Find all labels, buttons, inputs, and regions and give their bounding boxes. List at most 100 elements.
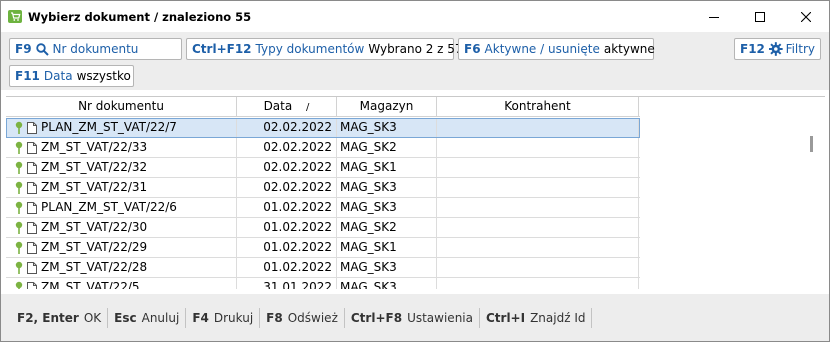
- shortcut-1[interactable]: Esc Anuluj: [108, 307, 187, 328]
- cell-warehouse: MAG_SK3: [337, 258, 437, 277]
- pin-icon: [15, 221, 23, 234]
- pin-icon: [15, 241, 23, 254]
- ctrlf12-value: Wybrano 2 z 57: [368, 42, 463, 56]
- status-bar: F2, Enter OK Esc Anuluj F4 Drukuj F8 Odśwież Ctr…: [1, 294, 829, 341]
- vertical-scrollbar[interactable]: [806, 118, 820, 289]
- shortcut-key: F4: [192, 310, 209, 325]
- column-header-contractor[interactable]: Kontrahent: [437, 97, 639, 116]
- cell-date: 02.02.2022: [237, 178, 337, 197]
- close-button[interactable]: [783, 1, 829, 32]
- shortcut-key: Esc: [114, 310, 137, 325]
- table-row[interactable]: ZM_ST_VAT/22/31 02.02.2022 MAG_SK3: [6, 178, 640, 198]
- table-row[interactable]: ZM_ST_VAT/22/32 02.02.2022 MAG_SK1: [6, 158, 640, 178]
- cell-contractor: [437, 198, 639, 217]
- table-row[interactable]: PLAN_ZM_ST_VAT/22/6 01.02.2022 MAG_SK3: [6, 198, 640, 218]
- minimize-icon: [709, 16, 719, 18]
- grid-header: Nr dokumentu Data / Magazyn Kontrahent: [6, 97, 640, 117]
- pin-icon: [15, 261, 23, 274]
- doc-number: ZM_ST_VAT/22/33: [41, 140, 148, 154]
- documents-grid: Nr dokumentu Data / Magazyn Kontrahent P…: [6, 96, 825, 289]
- shortcut-key: F8: [266, 310, 283, 325]
- pin-icon: [15, 141, 23, 154]
- f6-label: Aktywne / usunięte: [484, 42, 600, 56]
- cell-nr: ZM_ST_VAT/22/33: [6, 138, 237, 157]
- cell-contractor: [437, 218, 639, 237]
- cell-warehouse: MAG_SK1: [337, 158, 437, 177]
- ctrlf12-label: Typy dokumentów: [255, 42, 365, 56]
- doc-number: ZM_ST_VAT/22/29: [41, 240, 148, 254]
- cell-warehouse: MAG_SK2: [337, 138, 437, 157]
- cell-nr: ZM_ST_VAT/22/30: [6, 218, 237, 237]
- table-row[interactable]: ZM_ST_VAT/22/28 01.02.2022 MAG_SK3: [6, 258, 640, 278]
- scrollbar-thumb[interactable]: [810, 136, 813, 152]
- close-icon: [801, 11, 811, 22]
- document-icon: [27, 161, 37, 174]
- filter-toolbar: F9 Nr dokumentu Ctrl+F12 Typy dokumentów…: [1, 32, 829, 90]
- cell-date: 01.02.2022: [237, 218, 337, 237]
- column-header-date-label: Data: [263, 99, 293, 113]
- minimize-button[interactable]: [691, 1, 737, 32]
- f9-key: F9: [15, 42, 32, 56]
- shortcut-2[interactable]: F4 Drukuj: [186, 307, 261, 328]
- f12-filters-button[interactable]: F12 Filtry: [734, 38, 821, 60]
- dialog-window: Wybierz dokument / znaleziono 55 F9 Nr d…: [0, 0, 830, 342]
- column-header-nr[interactable]: Nr dokumentu: [6, 97, 237, 116]
- gear-icon: [768, 42, 783, 56]
- f11-date-button[interactable]: F11 Data wszystko: [9, 65, 134, 87]
- cell-date: 02.02.2022: [237, 158, 337, 177]
- doc-number: ZM_ST_VAT/22/5: [41, 280, 140, 289]
- column-header-warehouse[interactable]: Magazyn: [337, 97, 437, 116]
- cell-contractor: [437, 138, 639, 157]
- pin-icon: [15, 201, 23, 214]
- document-icon: [27, 281, 37, 289]
- shortcut-3[interactable]: F8 Odśwież: [260, 307, 345, 328]
- cell-nr: PLAN_ZM_ST_VAT/22/6: [6, 198, 237, 217]
- shortcut-0[interactable]: F2, Enter OK: [11, 307, 109, 328]
- shortcut-5[interactable]: Ctrl+I Znajdź Id: [480, 307, 593, 328]
- cell-date: 01.02.2022: [237, 258, 337, 277]
- document-icon: [27, 201, 37, 214]
- pin-icon: [15, 281, 23, 289]
- cell-date: 02.02.2022: [237, 118, 337, 137]
- shortcut-label: Znajdź Id: [530, 310, 586, 325]
- cell-warehouse: MAG_SK3: [337, 118, 437, 137]
- cell-contractor: [437, 158, 639, 177]
- cell-nr: ZM_ST_VAT/22/32: [6, 158, 237, 177]
- document-icon: [27, 261, 37, 274]
- f6-value: aktywne: [603, 42, 655, 56]
- f11-key: F11: [15, 69, 40, 83]
- table-row[interactable]: ZM_ST_VAT/22/5 31.01.2022 MAG_SK3: [6, 278, 640, 289]
- document-icon: [27, 181, 37, 194]
- cell-contractor: [437, 278, 639, 289]
- cell-warehouse: MAG_SK3: [337, 198, 437, 217]
- f11-label: Data: [43, 69, 73, 83]
- shortcut-label: Ustawienia: [407, 310, 473, 325]
- f9-label: Nr dokumentu: [52, 42, 139, 56]
- table-row[interactable]: PLAN_ZM_ST_VAT/22/7 02.02.2022 MAG_SK3: [6, 118, 640, 138]
- window-title: Wybierz dokument / znaleziono 55: [28, 10, 252, 24]
- shortcut-4[interactable]: Ctrl+F8 Ustawienia: [345, 307, 480, 328]
- f6-active-deleted-button[interactable]: F6 Aktywne / usunięte aktywne: [458, 38, 655, 60]
- document-icon: [27, 221, 37, 234]
- cell-contractor: [437, 238, 639, 257]
- doc-number: ZM_ST_VAT/22/28: [41, 260, 148, 274]
- doc-number: ZM_ST_VAT/22/31: [41, 180, 148, 194]
- table-row[interactable]: ZM_ST_VAT/22/29 01.02.2022 MAG_SK1: [6, 238, 640, 258]
- maximize-button[interactable]: [737, 1, 783, 32]
- column-header-date[interactable]: Data /: [237, 97, 337, 116]
- pin-icon: [15, 181, 23, 194]
- pin-icon: [15, 161, 23, 174]
- table-row[interactable]: ZM_ST_VAT/22/33 02.02.2022 MAG_SK2: [6, 138, 640, 158]
- f9-doc-number-button[interactable]: F9 Nr dokumentu: [9, 38, 182, 60]
- title-bar: Wybierz dokument / znaleziono 55: [1, 1, 829, 32]
- cell-date: 31.01.2022: [237, 278, 337, 289]
- table-row[interactable]: ZM_ST_VAT/22/30 01.02.2022 MAG_SK2: [6, 218, 640, 238]
- cell-warehouse: MAG_SK2: [337, 218, 437, 237]
- shortcut-label: OK: [83, 310, 102, 325]
- ctrlf12-doc-types-button[interactable]: Ctrl+F12 Typy dokumentów Wybrano 2 z 57: [186, 38, 463, 60]
- document-icon: [27, 141, 37, 154]
- cell-nr: PLAN_ZM_ST_VAT/22/7: [6, 118, 237, 137]
- document-icon: [27, 121, 37, 134]
- doc-number: ZM_ST_VAT/22/32: [41, 160, 148, 174]
- ctrlf12-key: Ctrl+F12: [192, 42, 252, 56]
